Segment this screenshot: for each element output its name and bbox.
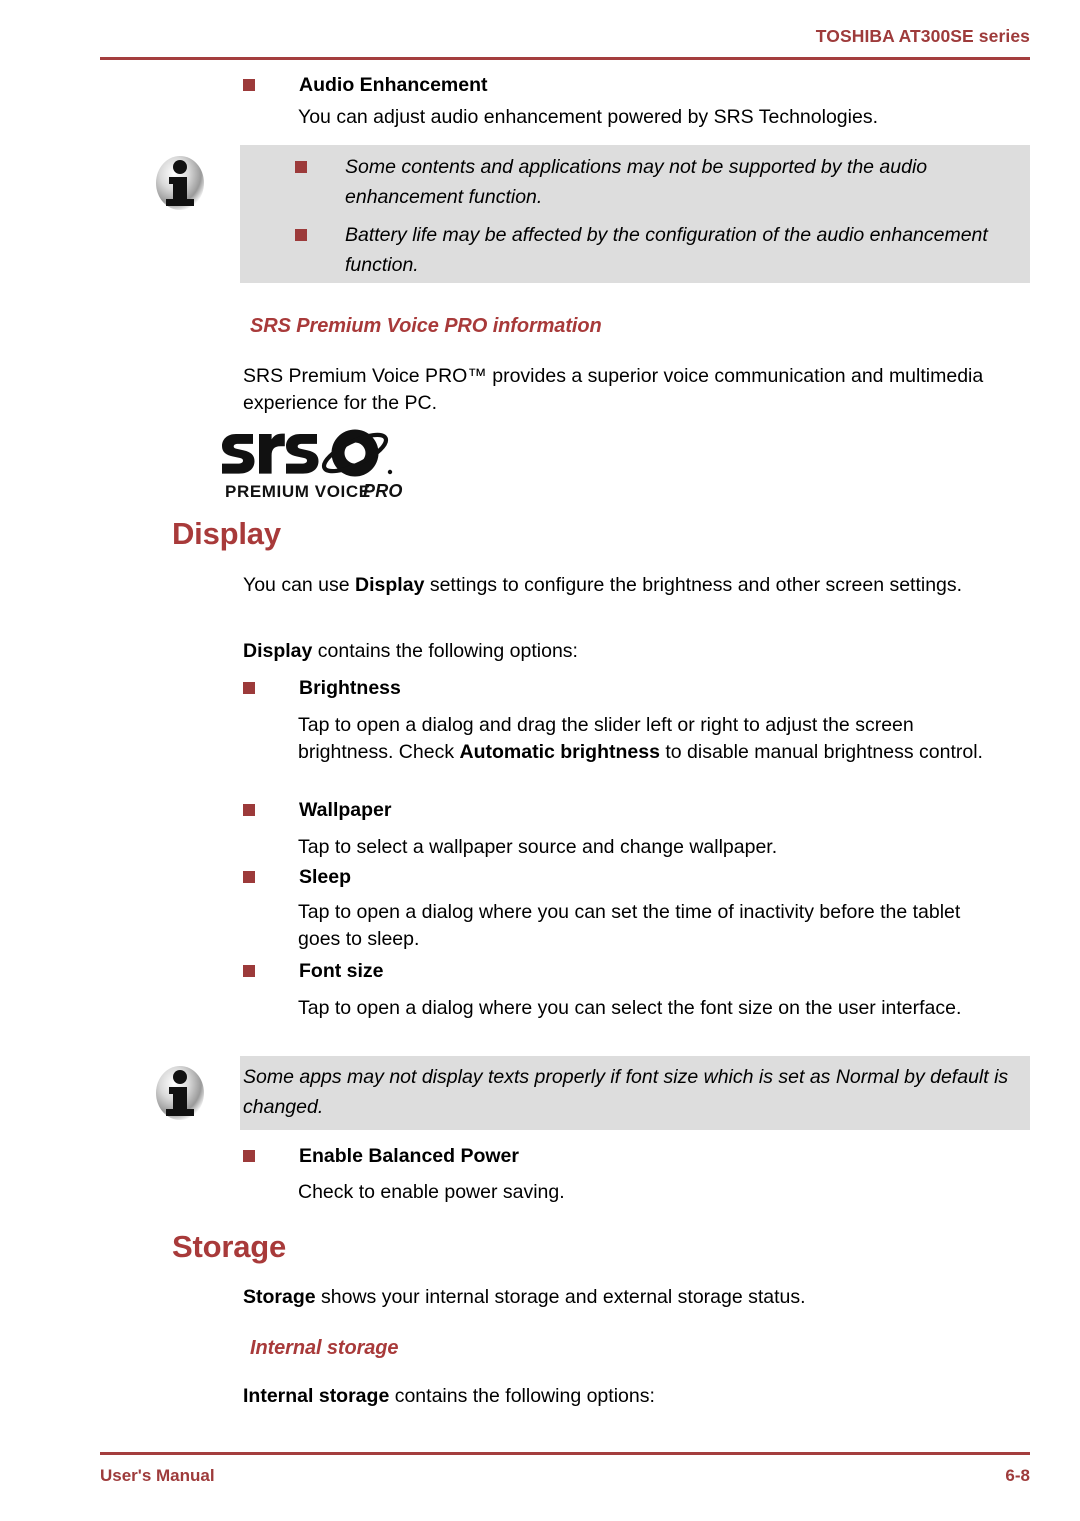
bullet-row: Brightness (243, 675, 1033, 701)
bullet-row: Wallpaper (243, 797, 1033, 823)
display-intro-pre: You can use (243, 574, 356, 596)
display-contains-paragraph: Display contains the following options: (243, 638, 1033, 665)
audio-enhancement-description: You can adjust audio enhancement powered… (298, 106, 878, 128)
manual-page: TOSHIBA AT300SE series Audio Enhancement… (0, 0, 1080, 1521)
page-footer: User's Manual 6-8 (100, 1466, 1030, 1486)
bullet-square-icon (295, 161, 307, 173)
footer-manual-label: User's Manual (100, 1466, 215, 1485)
storage-intro-bold: Storage (243, 1286, 316, 1308)
info-icon (152, 152, 208, 214)
option-wallpaper-description: Tap to select a wallpaper source and cha… (298, 836, 778, 858)
bullet-square-icon (243, 79, 255, 91)
option-sleep-bullet: Sleep (243, 864, 1033, 890)
bullet-square-icon (243, 682, 255, 694)
display-intro-post: settings to configure the brightness and… (424, 574, 963, 596)
internal-storage-contains-bold: Internal storage (243, 1385, 390, 1407)
storage-intro-paragraph: Storage shows your internal storage and … (243, 1284, 1033, 1311)
note-audio-items: Some contents and applications may not b… (295, 152, 1015, 280)
balanced-power-description: Check to enable power saving. (298, 1181, 565, 1203)
header-title: TOSHIBA AT300SE series (815, 26, 1030, 46)
info-icon (152, 1062, 208, 1124)
option-font-size-description: Tap to open a dialog where you can selec… (298, 997, 962, 1019)
note-item: Battery life may be affected by the conf… (295, 220, 1015, 280)
display-section-heading: Display (172, 516, 281, 551)
internal-storage-contains-post: contains the following options: (389, 1385, 655, 1407)
option-label: Wallpaper (299, 799, 392, 821)
option-label: Sleep (299, 866, 352, 888)
option-balanced-power-bullet: Enable Balanced Power (243, 1143, 1033, 1169)
srs-premium-voice-pro-logo-icon: PREMIUM VOICE PRO (222, 424, 407, 502)
desc-bold: Automatic brightness (459, 740, 660, 763)
option-sleep-description: Tap to open a dialog where you can set t… (298, 901, 961, 950)
note-item-text: Battery life may be affected by the conf… (345, 224, 988, 276)
option-brightness-description: Tap to open a dialog and drag the slider… (298, 712, 998, 765)
bullet-row: Audio Enhancement (243, 72, 1033, 98)
bullet-square-icon (243, 965, 255, 977)
option-font-size-bullet: Font size (243, 958, 1033, 984)
note-item-text: Some contents and applications may not b… (345, 156, 928, 208)
option-label: Brightness (299, 677, 401, 699)
footer-page-number: 6-8 (1005, 1466, 1030, 1485)
balanced-power-label: Enable Balanced Power (299, 1145, 519, 1167)
storage-intro-post: shows your internal storage and external… (315, 1286, 806, 1308)
header-divider (100, 57, 1030, 60)
page-header: TOSHIBA AT300SE series (100, 26, 1030, 47)
svg-text:PRO: PRO (363, 481, 403, 501)
internal-storage-contains-paragraph: Internal storage contains the following … (243, 1383, 1033, 1410)
bullet-square-icon (295, 229, 307, 241)
display-intro-bold: Display (355, 574, 425, 596)
audio-enhancement-bullet: Audio Enhancement (243, 72, 1033, 98)
bullet-square-icon (243, 804, 255, 816)
footer-divider (100, 1452, 1030, 1455)
display-contains-bold: Display (243, 640, 313, 662)
option-brightness-bullet: Brightness (243, 675, 1033, 701)
option-wallpaper-bullet: Wallpaper (243, 797, 1033, 823)
srs-section-paragraph: SRS Premium Voice PRO™ provides a superi… (243, 365, 984, 414)
internal-storage-subheading: Internal storage (250, 1337, 399, 1359)
option-label: Font size (299, 960, 384, 982)
display-intro-paragraph: You can use Display settings to configur… (243, 572, 1033, 599)
svg-text:PREMIUM VOICE: PREMIUM VOICE (225, 482, 371, 501)
bullet-square-icon (243, 871, 255, 883)
srs-section-heading: SRS Premium Voice PRO information (250, 315, 602, 337)
display-contains-post: contains the following options: (312, 640, 578, 662)
desc-post: to disable manual brightness control. (659, 740, 983, 763)
bullet-row: Sleep (243, 864, 1033, 890)
note-item: Some contents and applications may not b… (295, 152, 1015, 212)
storage-section-heading: Storage (172, 1229, 287, 1264)
audio-enhancement-label: Audio Enhancement (299, 74, 488, 96)
note-font-size-text: Some apps may not display texts properly… (243, 1066, 1009, 1118)
bullet-row: Font size (243, 958, 1033, 984)
bullet-square-icon (243, 1150, 255, 1162)
bullet-row: Enable Balanced Power (243, 1143, 1033, 1169)
